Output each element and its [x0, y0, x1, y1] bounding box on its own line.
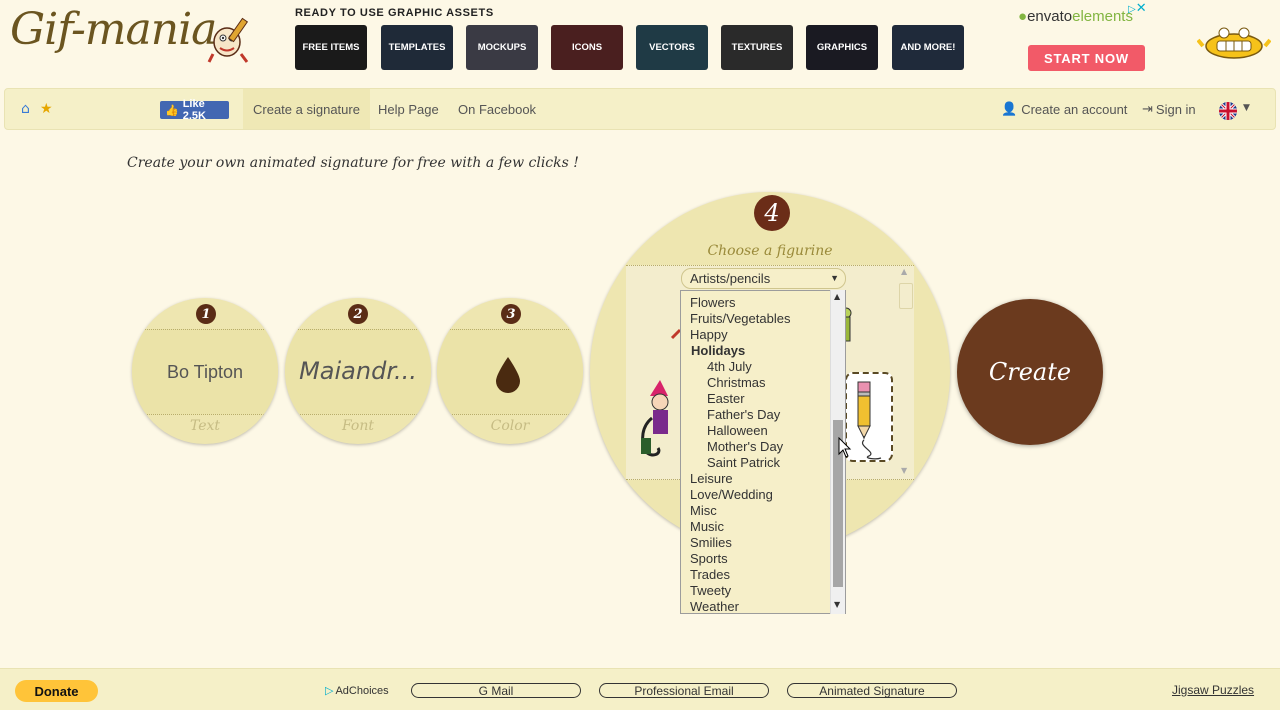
- ad-tile-and-more[interactable]: AND MORE!: [892, 25, 964, 70]
- ad-heading: READY TO USE GRAPHIC ASSETS: [295, 7, 494, 19]
- footer-link-professional-email[interactable]: Professional Email: [599, 683, 769, 698]
- intro-text: Create your own animated signature for f…: [127, 155, 579, 171]
- top-banner: Gif-mania READY TO USE GRAPHIC ASSETS FR…: [0, 0, 1280, 88]
- donate-button[interactable]: Donate: [15, 680, 98, 702]
- nav-bar: ⌂ ★ 👍 Like 2.5K Create a signature Help P…: [4, 88, 1276, 130]
- scroll-up-icon[interactable]: ▲: [901, 267, 907, 276]
- dropdown-option[interactable]: Trades: [690, 567, 730, 582]
- dropdown-option[interactable]: Tweety: [690, 583, 731, 598]
- dropdown-option[interactable]: Love/Wedding: [690, 487, 773, 502]
- pencil-mascot-icon: [207, 17, 249, 63]
- create-account-link[interactable]: 👤 Create an account: [1001, 89, 1127, 129]
- dropdown-option[interactable]: Easter: [707, 391, 745, 406]
- signature-text-value[interactable]: Bo Tipton: [132, 362, 278, 383]
- ad-tile-vectors[interactable]: VECTORS: [636, 25, 708, 70]
- language-caret-icon[interactable]: ▼: [1243, 103, 1250, 113]
- selected-pencil-figurine[interactable]: [845, 372, 893, 462]
- dropdown-option[interactable]: Flowers: [690, 295, 736, 310]
- site-logo[interactable]: Gif-mania: [10, 4, 217, 55]
- nav-create-signature[interactable]: Create a signature: [243, 89, 370, 129]
- dropdown-option[interactable]: Happy: [690, 327, 728, 342]
- dropdown-option[interactable]: Fruits/Vegetables: [690, 311, 790, 326]
- step-font-caption: Font: [341, 418, 375, 434]
- nav-on-facebook[interactable]: On Facebook: [458, 89, 536, 129]
- ad-tile-templates[interactable]: TEMPLATES: [381, 25, 453, 70]
- nav-help-page[interactable]: Help Page: [378, 89, 439, 129]
- dropdown-option[interactable]: 4th July: [707, 359, 752, 374]
- dropdown-option[interactable]: Smilies: [690, 535, 732, 550]
- ad-tile-mockups[interactable]: MOCKUPS: [466, 25, 538, 70]
- dropdown-option[interactable]: Leisure: [690, 471, 733, 486]
- sign-in-link[interactable]: ⇥ Sign in: [1142, 89, 1196, 129]
- step-2-badge: 2: [348, 304, 368, 324]
- user-icon: 👤: [1001, 101, 1018, 116]
- figurine-gallery-scrollbar[interactable]: ▲ ▼: [899, 265, 913, 480]
- step-4-badge: 4: [754, 195, 790, 231]
- ad-tile-textures[interactable]: TEXTURES: [721, 25, 793, 70]
- start-now-button[interactable]: START NOW: [1028, 45, 1145, 71]
- dropdown-option[interactable]: Weather: [690, 599, 739, 613]
- footer-link-animated-signature[interactable]: Animated Signature: [787, 683, 957, 698]
- signature-font-value[interactable]: Maiandr...: [285, 357, 431, 385]
- dropdown-option[interactable]: Sports: [690, 551, 728, 566]
- figurine-category-dropdown[interactable]: Flowers Fruits/Vegetables Happy Holidays…: [680, 290, 846, 614]
- footer: Donate ▷ AdChoices G Mail Professional Em…: [0, 668, 1280, 710]
- ad-tile-free-items[interactable]: FREE ITEMS: [295, 25, 367, 70]
- pencil-figurine-icon: [857, 381, 882, 460]
- step-1-badge: 1: [196, 304, 216, 324]
- figurine-category-select[interactable]: Artists/pencils ▼: [681, 268, 846, 289]
- dropdown-group-label: Holidays: [691, 343, 746, 358]
- step-text-caption: Text: [189, 418, 221, 434]
- color-drop-icon[interactable]: [494, 356, 522, 394]
- sign-in-icon: ⇥: [1142, 101, 1153, 116]
- grinning-smiley-icon: [1197, 27, 1271, 59]
- dropdown-option[interactable]: Halloween: [707, 423, 768, 438]
- adchoices-icon: ▷: [325, 685, 334, 697]
- step-color-caption: Color: [490, 418, 530, 434]
- dropdown-scroll-down-icon[interactable]: ▼: [834, 600, 840, 609]
- choose-figurine-label: Choose a figurine: [707, 243, 833, 259]
- envato-logo[interactable]: ●envatoelements: [1018, 8, 1133, 25]
- star-icon[interactable]: ★: [40, 101, 53, 117]
- footer-link-gmail[interactable]: G Mail: [411, 683, 581, 698]
- figurine-singer-icon[interactable]: [638, 378, 682, 460]
- home-icon[interactable]: ⌂: [21, 101, 30, 117]
- facebook-like-button[interactable]: 👍 Like 2.5K: [160, 98, 229, 122]
- ad-tile-graphics[interactable]: GRAPHICS: [806, 25, 878, 70]
- uk-flag-icon[interactable]: [1219, 102, 1237, 120]
- mouse-cursor-icon: [838, 437, 852, 458]
- dropdown-option[interactable]: Father's Day: [707, 407, 780, 422]
- ad-close-icon[interactable]: ▷✕: [1128, 0, 1147, 16]
- ad-tile-icons[interactable]: ICONS: [551, 25, 623, 70]
- dropdown-option[interactable]: Misc: [690, 503, 717, 518]
- step-3-badge: 3: [501, 304, 521, 324]
- dropdown-option[interactable]: Music: [690, 519, 724, 534]
- dropdown-option[interactable]: Mother's Day: [707, 439, 783, 454]
- jigsaw-puzzles-link[interactable]: Jigsaw Puzzles: [1172, 683, 1254, 697]
- thumbs-up-icon: 👍: [165, 104, 179, 117]
- envato-leaf-icon: ●: [1018, 8, 1028, 25]
- dropdown-option[interactable]: Christmas: [707, 375, 766, 390]
- select-arrow-icon: ▼: [830, 273, 839, 283]
- adchoices-link[interactable]: ▷ AdChoices: [325, 684, 389, 697]
- dropdown-scroll-up-icon[interactable]: ▲: [834, 292, 840, 301]
- create-button[interactable]: Create: [957, 299, 1103, 445]
- dropdown-option[interactable]: Saint Patrick: [707, 455, 780, 470]
- scroll-down-icon[interactable]: ▼: [901, 466, 907, 475]
